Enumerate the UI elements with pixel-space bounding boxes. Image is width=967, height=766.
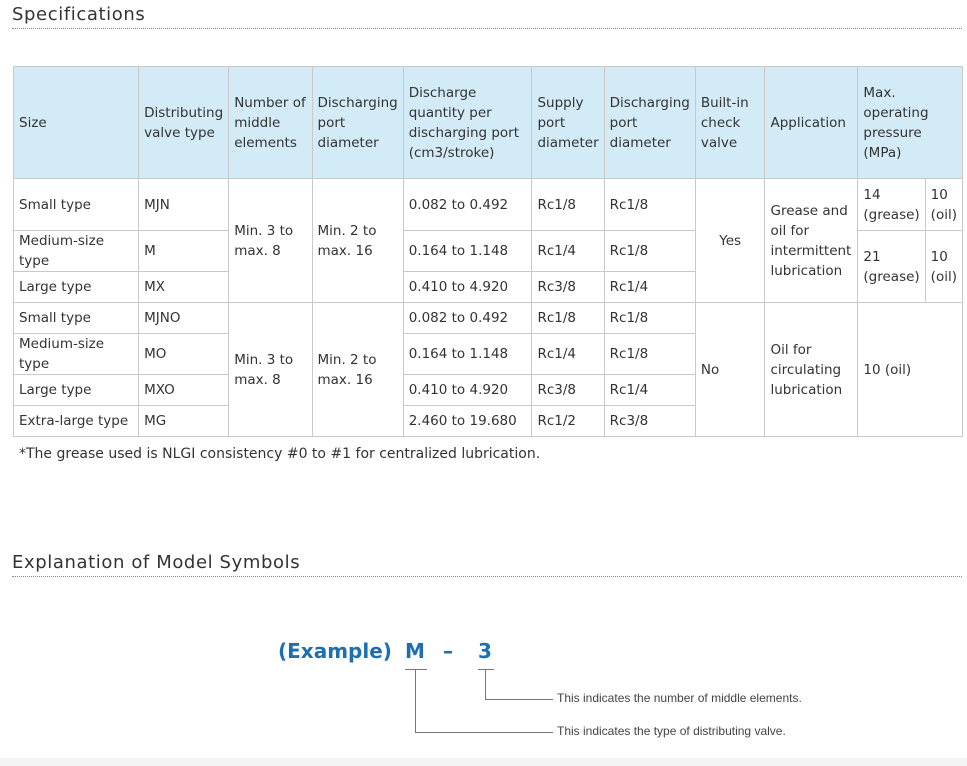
header-discharge-quantity: Discharge quantity per discharging port … bbox=[402, 66, 533, 179]
cell-pressure-grease: 14 (grease) bbox=[857, 178, 926, 231]
cell-qty: 0.082 to 0.492 bbox=[402, 178, 533, 231]
cell-supply: Rc1/2 bbox=[531, 405, 605, 437]
cell-type: MX bbox=[138, 271, 230, 303]
cell-discharge: Rc1/4 bbox=[603, 271, 696, 303]
cell-size: Extra-large type bbox=[12, 405, 140, 437]
table-row: Small type MJN Min. 3 to max. 8 Min. 2 t… bbox=[12, 178, 964, 303]
model-symbols-heading: Explanation of Model Symbols bbox=[12, 552, 962, 577]
table-row: Small type MJNO Min. 3 to max. 8 Min. 2 … bbox=[12, 302, 963, 437]
grease-footnote: *The grease used is NLGI consistency #0 … bbox=[19, 446, 541, 462]
leader-3-tick bbox=[478, 669, 494, 670]
leader-m-tick bbox=[405, 669, 427, 670]
cell-size: Medium-size type bbox=[12, 333, 140, 375]
cell-qty: 0.410 to 4.920 bbox=[402, 374, 533, 406]
cell-type: MO bbox=[138, 333, 230, 375]
example-symbol-m: M bbox=[405, 639, 425, 663]
table-header-row: Size Distributing valve type Number of m… bbox=[12, 66, 963, 179]
cell-type: MXO bbox=[138, 374, 230, 406]
cell-size: Small type bbox=[12, 302, 140, 334]
cell-supply: Rc1/4 bbox=[531, 333, 605, 375]
example-dash: – bbox=[443, 639, 453, 663]
cell-check-valve: Yes bbox=[694, 178, 766, 303]
cell-port-diameter: Min. 2 to max. 16 bbox=[311, 178, 404, 303]
leader-3-horizontal bbox=[485, 699, 553, 700]
specifications-table: Size Distributing valve type Number of m… bbox=[12, 66, 964, 437]
leader-3-vertical bbox=[485, 669, 486, 700]
cell-discharge: Rc1/8 bbox=[603, 333, 696, 375]
cell-pressure-oil: 10 (oil) bbox=[924, 230, 964, 303]
leader-m-horizontal bbox=[415, 732, 553, 733]
cell-middle-elements: Min. 3 to max. 8 bbox=[228, 178, 313, 303]
cell-application: Grease and oil for intermittent lubricat… bbox=[764, 178, 859, 303]
cell-type: MJNO bbox=[138, 302, 230, 334]
cell-type: MJN bbox=[138, 178, 230, 231]
cell-middle-elements: Min. 3 to max. 8 bbox=[228, 302, 313, 437]
cell-pressure-grease: 21 (grease) bbox=[857, 230, 926, 303]
cell-discharge: Rc1/4 bbox=[603, 374, 696, 406]
header-discharging-port: Discharging port diameter bbox=[603, 66, 696, 179]
header-valve-type: Distributing valve type bbox=[138, 66, 230, 179]
cell-qty: 0.164 to 1.148 bbox=[402, 333, 533, 375]
cell-qty: 0.410 to 4.920 bbox=[402, 271, 533, 303]
cell-qty: 0.082 to 0.492 bbox=[402, 302, 533, 334]
cell-pressure-oil: 10 (oil) bbox=[924, 178, 964, 231]
legend-number-of-elements: This indicates the number of middle elem… bbox=[557, 691, 802, 705]
cell-discharge: Rc1/8 bbox=[603, 230, 696, 272]
specifications-heading: Specifications bbox=[12, 4, 962, 29]
cell-pressure: 10 (oil) bbox=[857, 302, 963, 437]
legend-valve-type: This indicates the type of distributing … bbox=[557, 724, 786, 738]
cell-application: Oil for circulating lubrication bbox=[764, 302, 859, 437]
leader-m-vertical bbox=[415, 669, 416, 733]
header-port-diameter: Discharging port diameter bbox=[311, 66, 404, 179]
header-supply-port: Supply port diameter bbox=[531, 66, 605, 179]
cell-supply: Rc1/8 bbox=[531, 178, 605, 231]
header-middle-elements: Number of middle elements bbox=[228, 66, 313, 179]
cell-size: Medium-size type bbox=[12, 230, 140, 272]
cell-port-diameter: Min. 2 to max. 16 bbox=[311, 302, 404, 437]
header-max-pressure: Max. operating pressure (MPa) bbox=[857, 66, 963, 179]
example-label: (Example) bbox=[278, 639, 392, 663]
header-check-valve: Built-in check valve bbox=[694, 66, 766, 179]
cell-qty: 0.164 to 1.148 bbox=[402, 230, 533, 272]
cell-supply: Rc1/8 bbox=[531, 302, 605, 334]
header-size: Size bbox=[12, 66, 140, 179]
cell-type: M bbox=[138, 230, 230, 272]
cell-size: Large type bbox=[12, 271, 140, 303]
cell-discharge: Rc1/8 bbox=[603, 178, 696, 231]
cell-qty: 2.460 to 19.680 bbox=[402, 405, 533, 437]
cell-type: MG bbox=[138, 405, 230, 437]
cell-check-valve: No bbox=[694, 302, 766, 437]
cell-supply: Rc1/4 bbox=[531, 230, 605, 272]
example-symbol-number: 3 bbox=[478, 639, 492, 663]
cell-size: Small type bbox=[12, 178, 140, 231]
cell-discharge: Rc1/8 bbox=[603, 302, 696, 334]
cell-supply: Rc3/8 bbox=[531, 271, 605, 303]
cell-discharge: Rc3/8 bbox=[603, 405, 696, 437]
cell-size: Large type bbox=[12, 374, 140, 406]
header-application: Application bbox=[764, 66, 859, 179]
footer-strip bbox=[0, 758, 967, 766]
cell-supply: Rc3/8 bbox=[531, 374, 605, 406]
